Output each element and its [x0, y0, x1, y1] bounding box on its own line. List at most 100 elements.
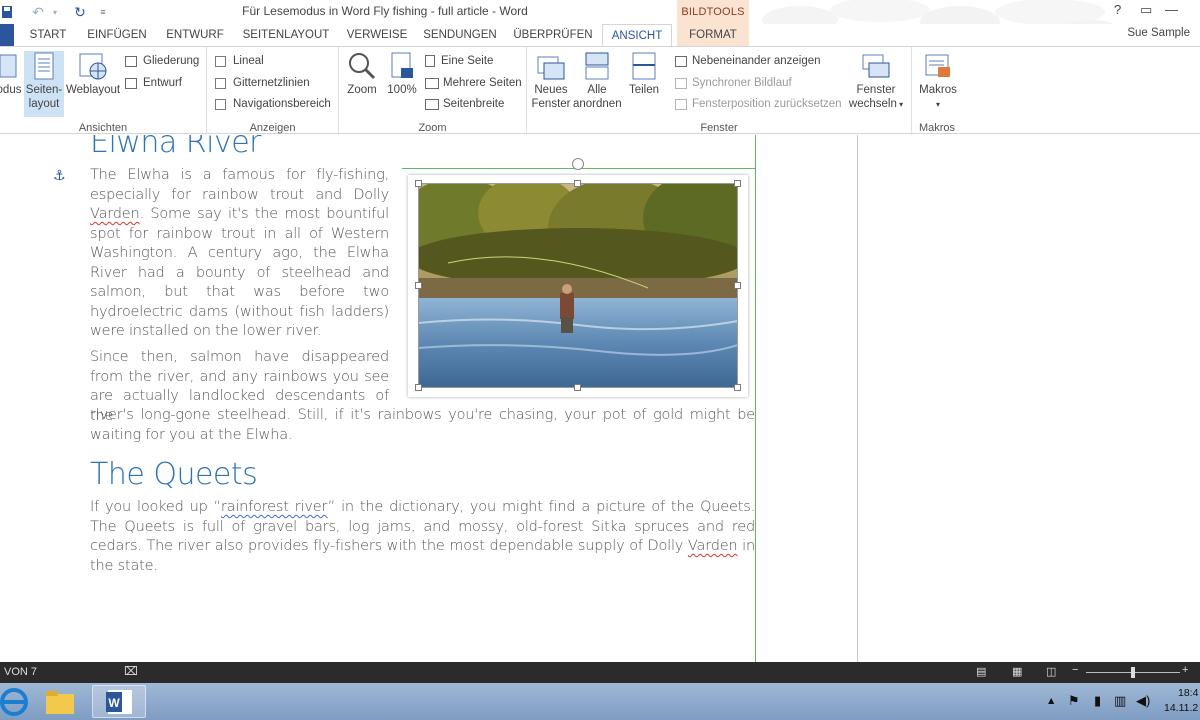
- reset-position-icon: [675, 98, 687, 110]
- zoom-in-button[interactable]: +: [1182, 664, 1188, 676]
- seitenlayout-button[interactable]: Seiten- layout: [24, 51, 64, 117]
- fensterposition-button[interactable]: Fensterposition zurücksetzen: [675, 95, 842, 113]
- makros-button[interactable]: Makros ▾: [916, 51, 960, 112]
- clock-time[interactable]: 18:4: [1178, 687, 1198, 699]
- tab-entwurf[interactable]: ENTWURF: [162, 24, 228, 46]
- tab-ansicht[interactable]: ANSICHT: [602, 24, 672, 47]
- minimize-button[interactable]: —: [1165, 2, 1178, 17]
- fenster-wechseln-button[interactable]: Fenster wechseln ▾: [845, 51, 907, 112]
- ribbon-display-options-button[interactable]: ▭: [1140, 2, 1152, 18]
- tab-einfuegen[interactable]: EINFÜGEN: [82, 24, 152, 46]
- alle-anordnen-label-1: Alle: [587, 84, 607, 96]
- group-makros-label: Makros: [918, 122, 956, 134]
- help-button[interactable]: ?: [1114, 2, 1121, 17]
- navigationsbereich-checkbox[interactable]: Navigationsbereich: [215, 95, 331, 113]
- lineal-checkbox[interactable]: Lineal: [215, 52, 264, 70]
- makros-label: Makros: [919, 84, 957, 96]
- navigationsbereich-label: Navigationsbereich: [233, 98, 331, 110]
- file-explorer-icon[interactable]: [42, 685, 80, 718]
- windows-taskbar: W ▲ ⚑ ▮ ▥ ◀) 18:4 14.11.2: [0, 683, 1200, 720]
- bildtools-context-label: BILDTOOLS: [677, 0, 749, 24]
- tab-ueberpruefen[interactable]: ÜBERPRÜFEN: [510, 24, 596, 46]
- web-layout-icon: [78, 51, 108, 81]
- gitternetzlinien-checkbox-box[interactable]: [215, 77, 226, 89]
- read-mode-view-icon[interactable]: ▤: [976, 665, 986, 678]
- lineal-checkbox-box[interactable]: [215, 55, 226, 67]
- zoom-button[interactable]: Zoom: [345, 51, 379, 97]
- zoom-out-button[interactable]: −: [1072, 664, 1078, 676]
- magnifier-icon: [347, 51, 377, 81]
- lesemodus-button[interactable]: odus: [0, 51, 22, 97]
- fensterposition-label: Fensterposition zurücksetzen: [692, 98, 842, 110]
- rotate-handle-icon[interactable]: [572, 158, 584, 170]
- group-fenster: Neues Fenster Alle anordnen Teilen Neben…: [527, 47, 912, 135]
- proofing-icon[interactable]: ⌧: [124, 664, 138, 678]
- alignment-guide-vertical: [755, 135, 756, 662]
- resize-handle-nw[interactable]: [415, 180, 422, 187]
- title-bar: ↶ ▾ ↻ ≡ Für Lesemodus in Word Fly fishin…: [0, 0, 1200, 40]
- action-center-icon[interactable]: ⚑: [1068, 693, 1080, 709]
- tab-sendungen[interactable]: SENDUNGEN: [420, 24, 500, 46]
- word-taskbar-icon[interactable]: W: [92, 685, 146, 718]
- battery-icon[interactable]: ▮: [1094, 693, 1101, 709]
- tab-verweise[interactable]: VERWEISE: [344, 24, 410, 46]
- anchor-icon[interactable]: ⚓: [53, 167, 66, 184]
- alle-anordnen-label-2: anordnen: [573, 98, 622, 110]
- alle-anordnen-button[interactable]: Alle anordnen: [573, 51, 622, 111]
- makros-chevron-down-icon: ▾: [935, 100, 940, 109]
- synchroner-bildlauf-button[interactable]: Synchroner Bildlauf: [675, 74, 792, 92]
- lineal-label: Lineal: [233, 55, 264, 67]
- tab-file[interactable]: [0, 24, 14, 46]
- teilen-button[interactable]: Teilen: [625, 51, 663, 97]
- print-layout-view-icon[interactable]: ▦: [1012, 665, 1022, 678]
- network-icon[interactable]: ▥: [1114, 693, 1126, 709]
- internet-explorer-icon[interactable]: [0, 685, 34, 718]
- navigationsbereich-checkbox-box[interactable]: [215, 98, 226, 110]
- nebeneinander-button[interactable]: Nebeneinander anzeigen: [675, 52, 821, 70]
- tab-format[interactable]: FORMAT: [677, 24, 749, 46]
- weblayout-button[interactable]: Weblayout: [66, 51, 120, 97]
- zoom-slider-thumb[interactable]: [1131, 667, 1135, 678]
- gitternetzlinien-checkbox[interactable]: Gitternetzlinien: [215, 74, 310, 92]
- tab-start[interactable]: START: [24, 24, 72, 46]
- weblayout-label: Weblayout: [66, 84, 121, 96]
- resize-handle-e[interactable]: [734, 282, 741, 289]
- eine-seite-button[interactable]: Eine Seite: [425, 52, 493, 70]
- picture-selection-border: [418, 183, 738, 388]
- seitenbreite-button[interactable]: Seitenbreite: [425, 95, 504, 113]
- group-zoom-label: Zoom: [418, 122, 447, 134]
- entwurf-label: Entwurf: [143, 77, 182, 89]
- resize-handle-w[interactable]: [415, 282, 422, 289]
- split-icon: [631, 51, 657, 81]
- clock-date[interactable]: 14.11.2: [1164, 702, 1198, 714]
- tray-expand-icon[interactable]: ▲: [1046, 695, 1056, 707]
- group-zoom: Zoom 100% Eine Seite Mehrere Seiten Seit…: [339, 47, 527, 135]
- web-layout-view-icon[interactable]: ◫: [1046, 665, 1056, 678]
- seitenlayout-label-2: layout: [28, 98, 60, 110]
- word-window: ↶ ▾ ↻ ≡ Für Lesemodus in Word Fly fishin…: [0, 0, 1200, 720]
- zoom-100-button[interactable]: 100%: [385, 51, 419, 97]
- resize-handle-ne[interactable]: [734, 180, 741, 187]
- entwurf-button[interactable]: Entwurf: [125, 74, 182, 92]
- group-makros: Makros ▾ Makros: [912, 47, 962, 135]
- page-edge: [857, 135, 858, 662]
- seitenlayout-label-1: Seiten-: [25, 84, 63, 96]
- mehrere-seiten-button[interactable]: Mehrere Seiten: [425, 74, 522, 92]
- tab-seitenlayout[interactable]: SEITENLAYOUT: [238, 24, 334, 46]
- gliederung-label: Gliederung: [143, 55, 200, 67]
- grammar-mark-rainforest-river: rainforest river: [220, 499, 328, 515]
- resize-handle-se[interactable]: [734, 384, 741, 391]
- document-area[interactable]: Elwha River ⚓ The Elwha is a famous for …: [0, 135, 1200, 662]
- page-count[interactable]: VON 7: [4, 666, 37, 678]
- volume-icon[interactable]: ◀): [1136, 693, 1150, 709]
- gliederung-button[interactable]: Gliederung: [125, 52, 199, 70]
- lesemodus-label: odus: [0, 84, 22, 96]
- draft-icon: [125, 77, 137, 89]
- resize-handle-s[interactable]: [574, 384, 581, 391]
- resize-handle-n[interactable]: [574, 180, 581, 187]
- heading-the-queets: The Queets: [90, 457, 258, 492]
- neues-fenster-button[interactable]: Neues Fenster: [531, 51, 571, 111]
- resize-handle-sw[interactable]: [415, 384, 422, 391]
- multiple-pages-icon: [425, 77, 439, 89]
- user-account[interactable]: Sue Sample: [1127, 27, 1190, 39]
